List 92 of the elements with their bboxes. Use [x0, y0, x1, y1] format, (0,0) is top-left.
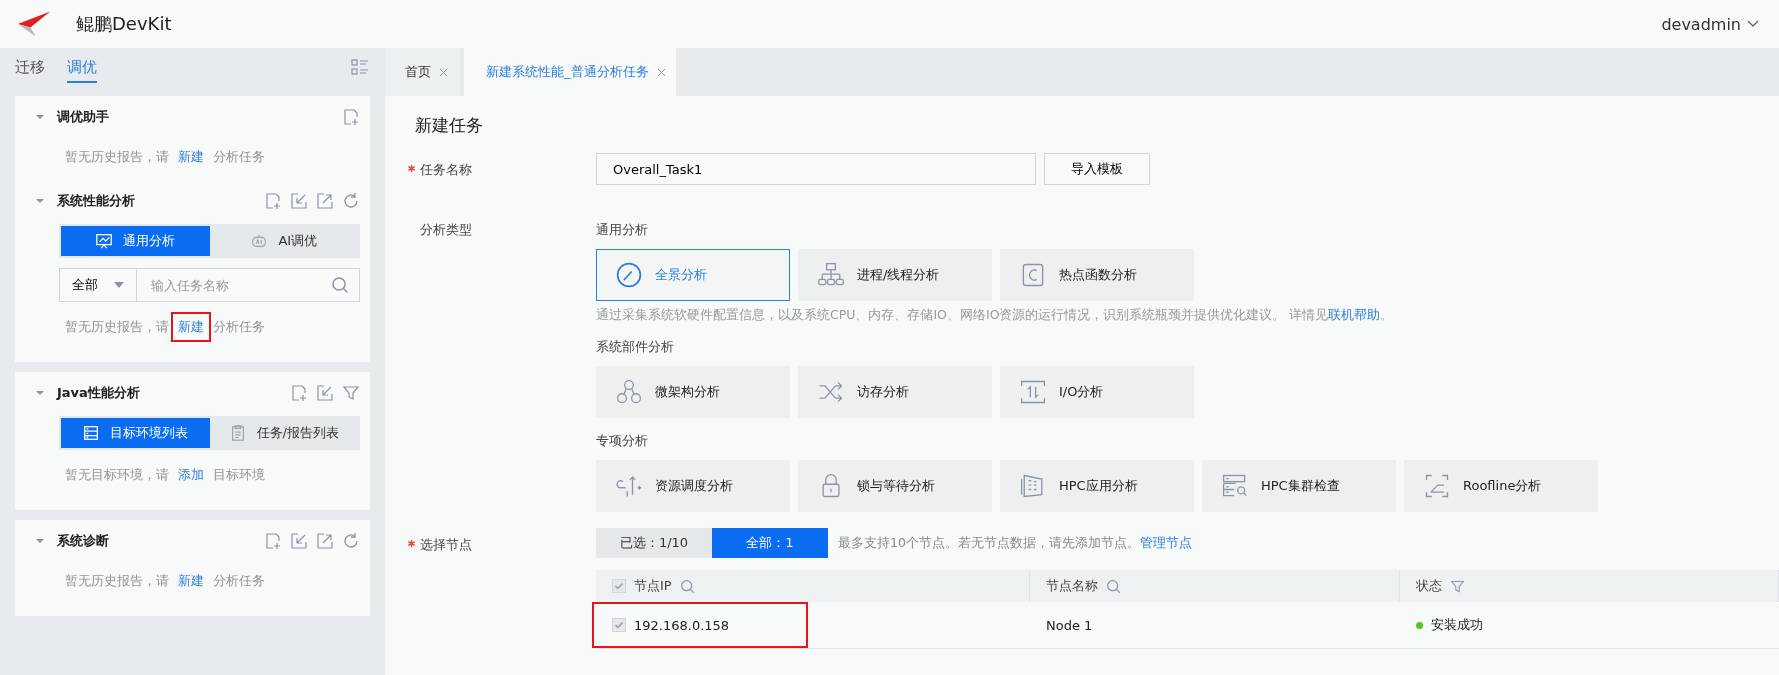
segment-tab[interactable]: 通用分析	[61, 226, 210, 256]
empty-message: 暂无历史报告，请 新建 分析任务	[65, 312, 360, 342]
connected-circles-icon	[615, 378, 643, 406]
column-title: 节点名称	[1046, 577, 1098, 595]
segment-tab[interactable]: AI调优	[209, 226, 358, 256]
create-link[interactable]: 新建	[171, 312, 211, 342]
io-arrows-icon	[1019, 378, 1047, 406]
search-field[interactable]: 输入任务名称	[137, 268, 360, 302]
field-label: 分析类型	[420, 221, 472, 239]
node-filter-toggle[interactable]: 已选：1/10	[596, 528, 712, 558]
new-file-icon[interactable]	[290, 384, 308, 402]
column-title: 状态	[1416, 577, 1442, 595]
segment-tab[interactable]: 任务/报告列表	[209, 418, 358, 448]
list-view-icon[interactable]	[350, 57, 370, 77]
chart-icon	[95, 232, 114, 250]
create-link[interactable]: 添加	[171, 460, 211, 490]
export-icon[interactable]	[316, 192, 334, 210]
table-cell: 安装成功	[1431, 616, 1483, 634]
search-input[interactable]: 输入任务名称	[141, 272, 331, 298]
empty-message: 暂无历史报告，请 新建 分析任务	[65, 566, 360, 596]
refresh-icon[interactable]	[342, 192, 360, 210]
task-name-field[interactable]: Overall_Task1	[596, 153, 1036, 185]
export-icon[interactable]	[316, 532, 334, 550]
import-icon[interactable]	[290, 532, 308, 550]
collapse-caret-icon[interactable]	[35, 196, 45, 206]
dropdown-caret-icon	[114, 282, 124, 288]
empty-message: 暂无目标环境，请 添加 目标环境	[65, 460, 360, 490]
analysis-option[interactable]: I/O分析	[1000, 366, 1194, 418]
roofline-chart-icon	[1423, 472, 1451, 500]
group-title: 通用分析	[596, 221, 649, 239]
section-title: 调优助手	[57, 108, 109, 126]
sidebar-tab[interactable]: 调优	[67, 51, 97, 83]
analysis-option[interactable]: 锁与等待分析	[798, 460, 992, 512]
field-label: 选择节点	[420, 536, 472, 554]
hint-text: 最多支持10个节点。若无节点数据，请先添加节点。管理节点	[838, 534, 1192, 552]
close-icon[interactable]	[656, 67, 666, 77]
table-cell: 192.168.0.158	[634, 617, 730, 633]
sidebar-tab[interactable]: 迁移	[15, 51, 45, 83]
new-file-icon[interactable]	[342, 108, 360, 126]
checkmark-icon	[613, 619, 625, 631]
analysis-option[interactable]: 热点函数分析	[1000, 249, 1194, 301]
analysis-option[interactable]: 访存分析	[798, 366, 992, 418]
analysis-option[interactable]: 进程/线程分析	[798, 249, 992, 301]
segment-tab[interactable]: 目标环境列表	[61, 418, 210, 448]
analysis-option[interactable]: HPC集群检查	[1202, 460, 1396, 512]
search-icon[interactable]	[679, 578, 695, 594]
filter-icon[interactable]	[1450, 578, 1465, 594]
filter-icon[interactable]	[342, 384, 360, 402]
analysis-option[interactable]: 资源调度分析	[596, 460, 790, 512]
page-heading: 新建任务	[415, 114, 484, 137]
table-cell: Node 1	[1046, 617, 1093, 633]
search-icon[interactable]	[331, 276, 349, 294]
help-link[interactable]: 联机帮助	[1328, 307, 1381, 322]
logo-icon	[16, 9, 52, 39]
analysis-option[interactable]: HPC应用分析	[1000, 460, 1194, 512]
new-file-icon[interactable]	[264, 192, 282, 210]
create-link[interactable]: 新建	[171, 566, 211, 596]
section-title: 系统诊断	[57, 532, 109, 550]
collapse-caret-icon[interactable]	[35, 536, 45, 546]
section-title: Java性能分析	[57, 384, 140, 402]
gauge-icon	[615, 261, 643, 289]
page-tab[interactable]: 首页	[385, 48, 460, 96]
node-filter-toggle[interactable]: 全部：1	[712, 528, 828, 558]
analysis-option[interactable]: Roofline分析	[1404, 460, 1598, 512]
collapse-caret-icon[interactable]	[35, 112, 45, 122]
import-icon[interactable]	[290, 192, 308, 210]
group-title: 专项分析	[596, 432, 649, 450]
refresh-icon[interactable]	[342, 532, 360, 550]
filter-dropdown[interactable]: 全部	[59, 268, 137, 302]
import-template-button[interactable]: 导入模板	[1044, 153, 1150, 185]
create-link[interactable]: 新建	[171, 142, 211, 172]
search-icon[interactable]	[1106, 578, 1121, 594]
user-menu[interactable]: devadmin	[1655, 13, 1765, 35]
analysis-option[interactable]: 全景分析	[596, 249, 790, 301]
section-title: 系统性能分析	[57, 192, 135, 210]
empty-message: 暂无历史报告，请 新建 分析任务	[65, 142, 360, 172]
server-icon	[82, 424, 101, 442]
app-title: 鲲鹏DevKit	[76, 12, 172, 36]
caret-icon	[1747, 20, 1759, 28]
field-label: 任务名称	[420, 161, 472, 179]
description-text: 通过采集系统软硬件配置信息，以及系统CPU、内存、存储IO、网络IO资源的运行情况，识别系统瓶颈并提供优化建议。 详情见联机帮助。	[596, 307, 1395, 324]
import-icon[interactable]	[316, 384, 334, 402]
collapse-caret-icon[interactable]	[35, 388, 45, 398]
column-title: 节点IP	[634, 577, 672, 595]
group-title: 系统部件分析	[596, 338, 675, 356]
manage-nodes-link[interactable]: 管理节点	[1139, 534, 1192, 550]
robot-icon	[250, 232, 269, 250]
new-file-icon[interactable]	[264, 532, 282, 550]
page-tab[interactable]: 新建系统性能_普通分析任务	[464, 48, 676, 96]
close-icon[interactable]	[439, 67, 448, 77]
analysis-option[interactable]: 微架构分析	[596, 366, 790, 418]
checkmark-icon	[613, 580, 625, 592]
